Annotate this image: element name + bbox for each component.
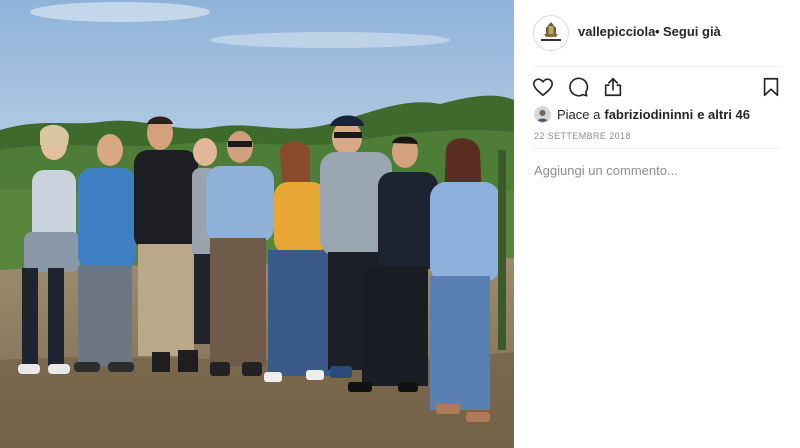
comment-input[interactable]	[534, 163, 780, 178]
post-side-panel: vallepicciola • Segui già Piace a fabriz…	[514, 0, 800, 448]
header-divider	[533, 66, 781, 67]
header-separator: •	[655, 24, 660, 39]
likes-summary: Piace a fabriziodininni e altri 46	[534, 104, 750, 124]
heart-icon	[533, 78, 553, 97]
likes-label: Piace a	[557, 106, 601, 122]
comment-divider	[533, 148, 781, 149]
post-date[interactable]: 22 SETTEMBRE 2018	[534, 131, 631, 141]
winery-logo-icon	[534, 16, 568, 50]
bookmark-icon	[763, 77, 779, 97]
account-avatar[interactable]	[533, 15, 569, 51]
liker-avatar[interactable]	[534, 105, 551, 123]
likes-others-link[interactable]: e altri 46	[697, 107, 750, 122]
share-button[interactable]	[602, 76, 624, 98]
comment-button[interactable]	[567, 76, 589, 98]
following-button[interactable]: Segui già	[663, 24, 721, 39]
like-button[interactable]	[532, 76, 554, 98]
user-avatar-icon	[535, 106, 550, 122]
comment-bubble-icon	[569, 77, 589, 97]
share-icon	[604, 77, 622, 97]
action-bar	[514, 72, 800, 102]
post-photo[interactable]	[0, 0, 514, 448]
save-button[interactable]	[760, 76, 782, 98]
liker-username[interactable]: fabriziodininni	[604, 107, 693, 122]
post-header: vallepicciola • Segui già	[514, 0, 800, 66]
group-photo-vineyard	[0, 0, 514, 448]
account-username[interactable]: vallepicciola	[578, 24, 655, 39]
